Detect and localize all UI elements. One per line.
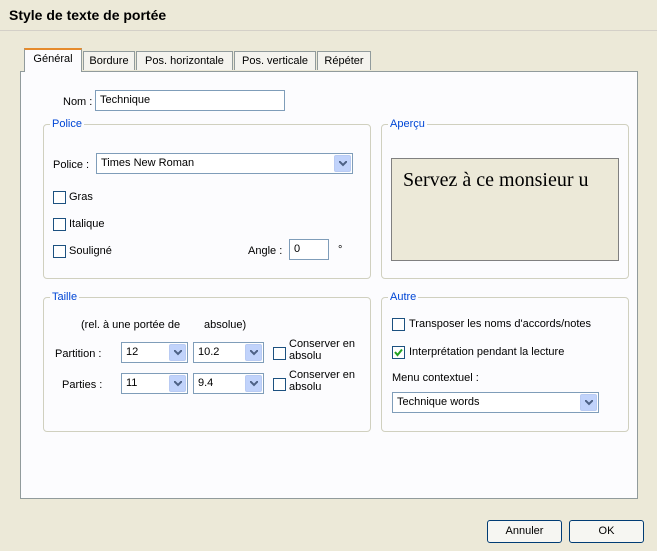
angle-label: Angle :: [248, 245, 283, 257]
italic-checkbox[interactable]: [53, 218, 66, 231]
playback-label: Interprétation pendant la lecture: [409, 346, 565, 358]
partition-abs-select[interactable]: 10.2: [193, 342, 264, 363]
parties-rel-value: 11: [126, 377, 138, 389]
tab-pos-horizontale-label: Pos. horizontale: [145, 55, 224, 67]
font-label: Police :: [53, 159, 90, 171]
tab-bordure[interactable]: Bordure: [83, 51, 135, 70]
parties-keep-label: Conserver en absolu: [289, 369, 356, 393]
tab-repeter[interactable]: Répéter: [317, 51, 371, 70]
tab-pos-horizontale[interactable]: Pos. horizontale: [136, 51, 233, 70]
name-input[interactable]: Technique: [95, 90, 285, 111]
parties-abs-value: 9.4: [198, 377, 214, 389]
tab-repeter-label: Répéter: [324, 55, 364, 67]
window-title: Style de texte de portée: [9, 7, 167, 23]
parties-keep-checkbox[interactable]: [273, 378, 286, 391]
size-header-abs: absolue): [204, 319, 247, 331]
partition-label: Partition :: [55, 348, 102, 360]
partition-rel-value: 12: [126, 346, 139, 358]
taille-group-title: Taille: [50, 291, 80, 303]
preview-box: Servez à ce monsieur u: [391, 158, 619, 261]
chevron-down-icon[interactable]: [245, 344, 262, 361]
ok-button[interactable]: OK: [569, 520, 644, 543]
angle-input[interactable]: 0: [289, 239, 329, 260]
underline-checkbox[interactable]: [53, 245, 66, 258]
font-select[interactable]: Times New Roman: [96, 153, 353, 174]
apercu-group-title: Aperçu: [388, 118, 427, 130]
bold-checkbox[interactable]: [53, 191, 66, 204]
title-bar: Style de texte de portée: [0, 0, 657, 31]
chevron-down-icon[interactable]: [580, 394, 597, 411]
police-group-title: Police: [50, 118, 84, 130]
chevron-down-icon[interactable]: [334, 155, 351, 172]
chevron-down-icon[interactable]: [245, 375, 262, 392]
parties-abs-select[interactable]: 9.4: [193, 373, 264, 394]
context-menu-select[interactable]: Technique words: [392, 392, 599, 413]
playback-checkbox[interactable]: [392, 346, 405, 359]
context-menu-value: Technique words: [397, 396, 480, 408]
chevron-down-icon[interactable]: [169, 375, 186, 392]
autre-group-title: Autre: [388, 291, 419, 303]
taille-group: Taille: [43, 291, 371, 432]
italic-label: Italique: [69, 218, 105, 230]
chevron-down-icon[interactable]: [169, 344, 186, 361]
name-label: Nom :: [63, 96, 93, 108]
font-select-value: Times New Roman: [101, 157, 195, 169]
tab-pos-verticale-label: Pos. verticale: [241, 55, 309, 67]
tab-general-label: Général: [33, 53, 73, 65]
parties-label: Parties :: [62, 379, 103, 391]
angle-unit: °: [338, 244, 343, 256]
size-header-rel: (rel. à une portée de: [81, 319, 181, 331]
check-icon: [394, 348, 403, 357]
context-menu-label: Menu contextuel :: [392, 372, 479, 384]
cancel-button[interactable]: Annuler: [487, 520, 562, 543]
underline-label: Souligné: [69, 245, 112, 257]
tab-pos-verticale[interactable]: Pos. verticale: [234, 51, 316, 70]
parties-rel-select[interactable]: 11: [121, 373, 188, 394]
transpose-checkbox[interactable]: [392, 318, 405, 331]
tab-bordure-label: Bordure: [89, 55, 129, 67]
bold-label: Gras: [69, 191, 93, 203]
partition-keep-label: Conserver en absolu: [289, 338, 356, 362]
partition-keep-checkbox[interactable]: [273, 347, 286, 360]
preview-text: Servez à ce monsieur u: [403, 169, 589, 191]
partition-rel-select[interactable]: 12: [121, 342, 188, 363]
partition-abs-value: 10.2: [198, 346, 220, 358]
tab-general[interactable]: Général: [24, 48, 82, 72]
transpose-label: Transposer les noms d'accords/notes: [409, 318, 592, 330]
